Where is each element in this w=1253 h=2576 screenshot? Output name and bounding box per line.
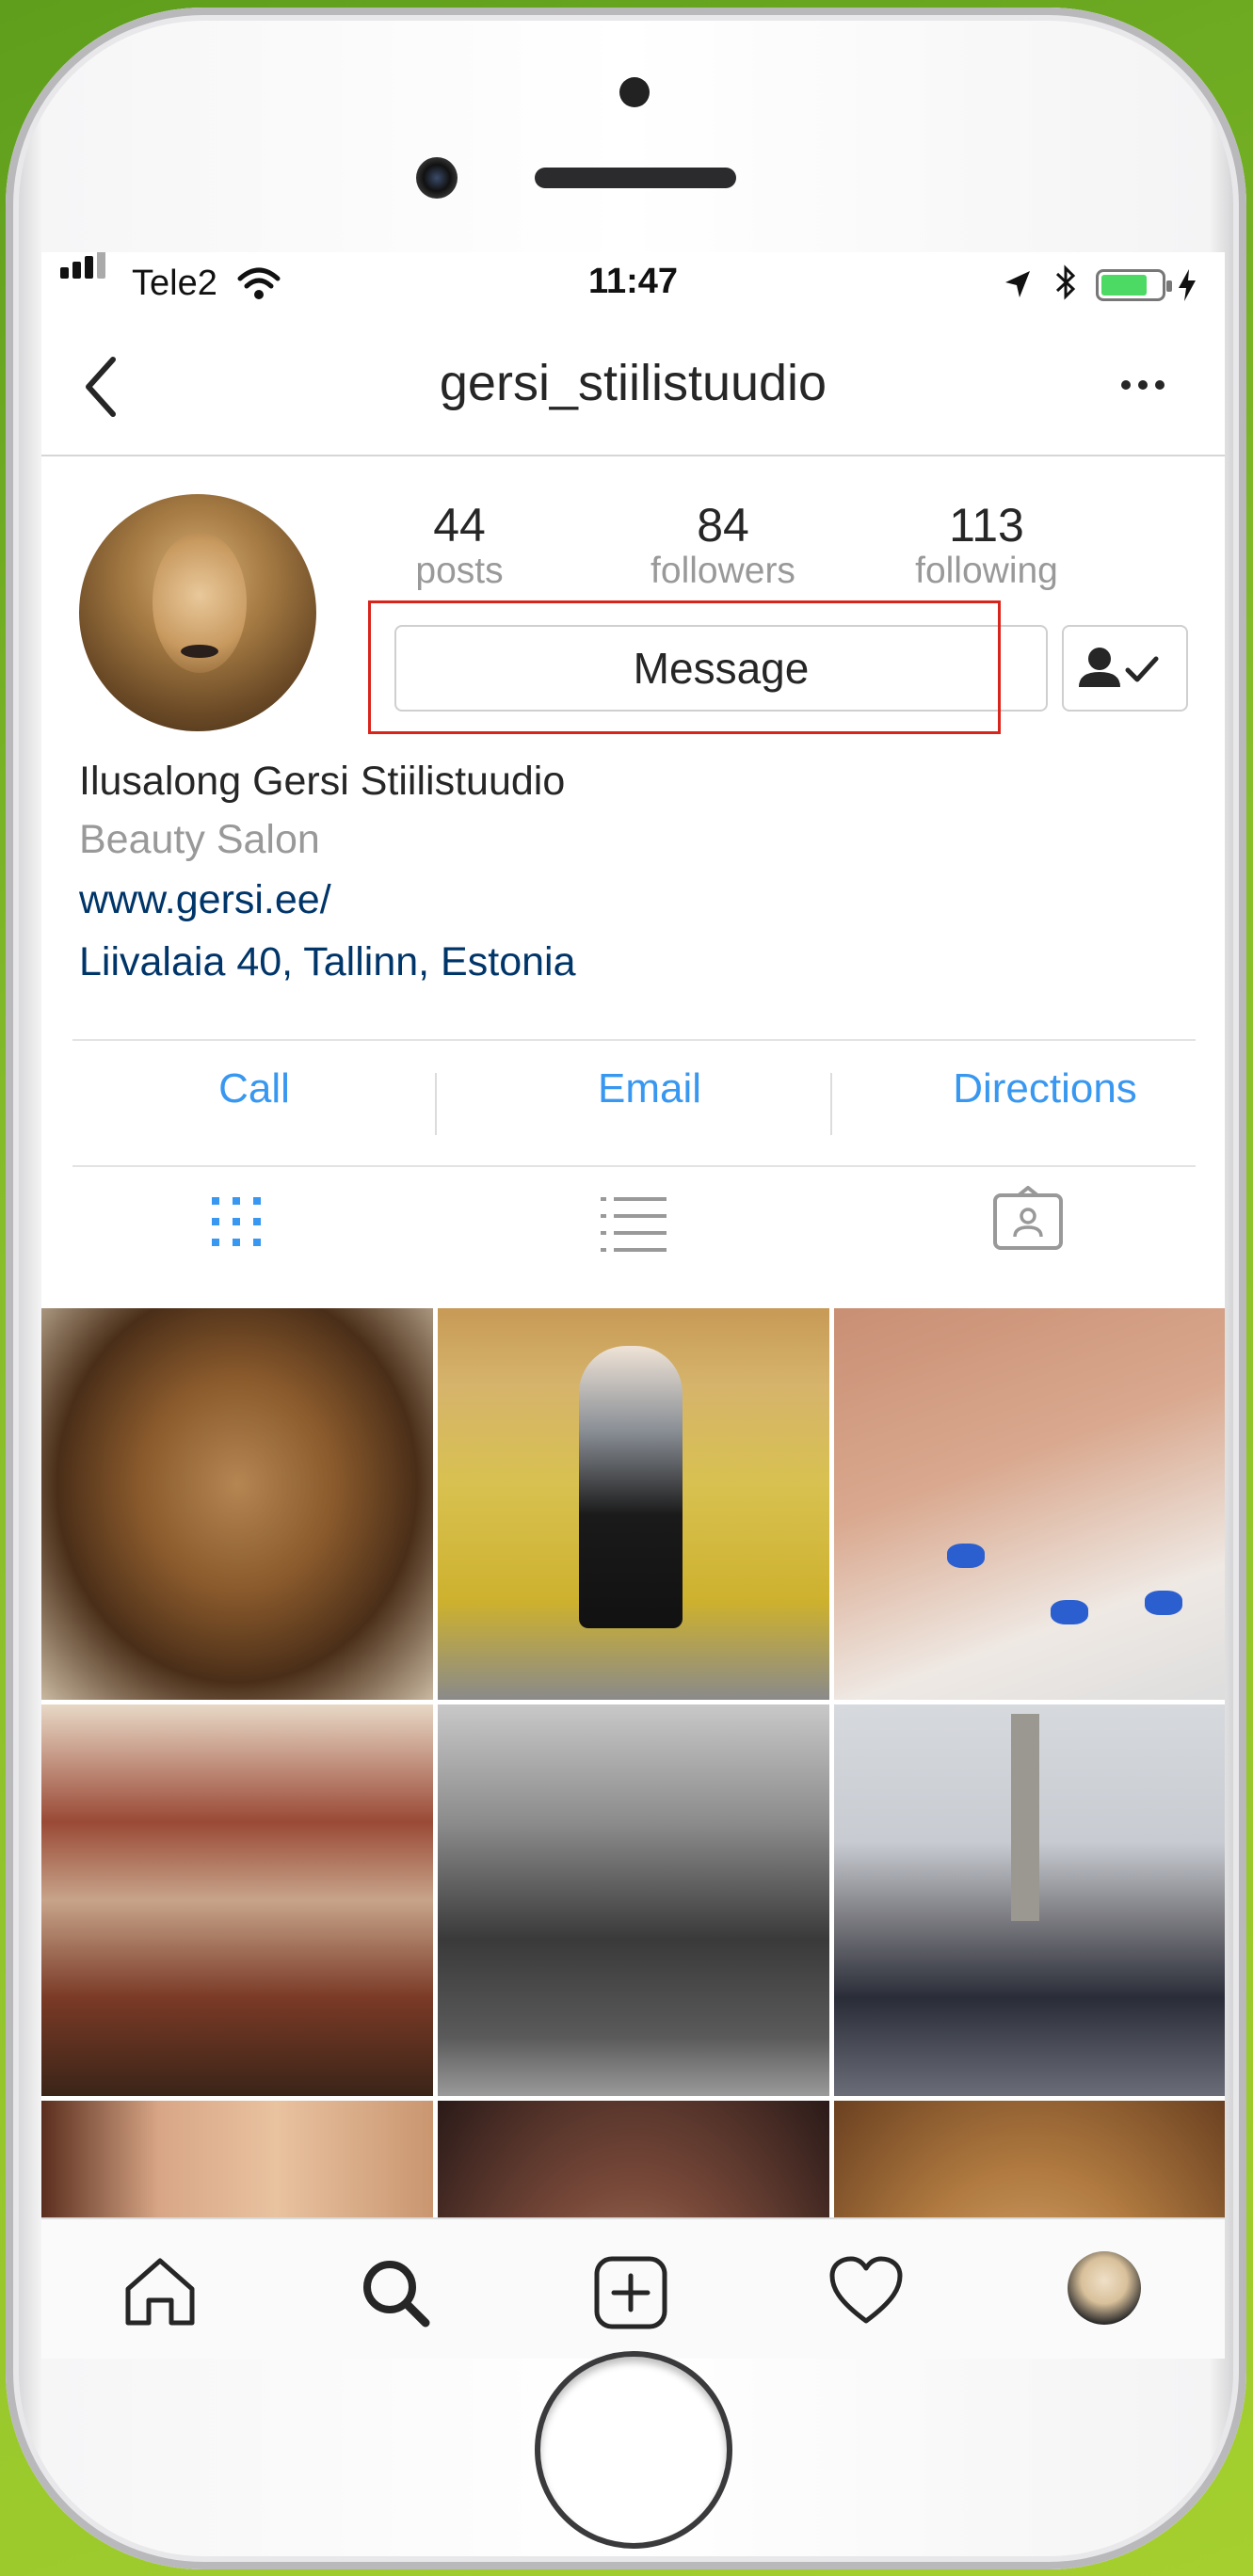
photo-salon-interior[interactable] [41, 1704, 433, 2096]
profile-avatar[interactable] [79, 494, 316, 731]
call-button[interactable]: Call [56, 1065, 452, 1112]
home-icon[interactable] [122, 2255, 198, 2327]
list-icon[interactable] [601, 1193, 667, 1252]
divider [830, 1073, 832, 1135]
directions-button[interactable]: Directions [847, 1065, 1225, 1112]
photo-blue-nails[interactable] [834, 1308, 1225, 1700]
more-options-icon[interactable] [1115, 371, 1171, 399]
grid-icon[interactable] [208, 1193, 265, 1250]
add-post-icon[interactable] [593, 2255, 668, 2330]
photo-st-peters-square-group[interactable] [834, 1704, 1225, 2096]
front-camera [416, 157, 458, 199]
bluetooth-icon [1055, 264, 1076, 300]
divider [72, 1039, 1196, 1041]
proximity-sensor [619, 77, 650, 107]
charging-icon [1179, 269, 1196, 301]
profile-category: Beauty Salon [79, 817, 320, 862]
email-button[interactable]: Email [452, 1065, 847, 1112]
battery-icon [1096, 269, 1172, 301]
heart-icon[interactable] [828, 2255, 904, 2327]
address-link[interactable]: Liivalaia 40, Tallinn, Estonia [79, 939, 576, 985]
bottom-tab-bar [41, 2217, 1225, 2359]
status-time: 11:47 [587, 262, 679, 301]
following-count: 113 [949, 499, 1024, 552]
following-stat[interactable]: 113 following [883, 499, 1090, 591]
page-title: gersi_stiilistuudio [439, 355, 827, 411]
annotation-highlight-box [368, 600, 1001, 734]
posts-count: 44 [433, 499, 486, 552]
home-button[interactable] [535, 2351, 732, 2549]
profile-name: Ilusalong Gersi Stiilistuudio [79, 759, 566, 804]
user-check-icon [1079, 648, 1159, 687]
photo-woman-yellow-sofa[interactable] [438, 1308, 829, 1700]
phone-frame: Tele2 11:47 gersi_stiilistuudio 44 posts… [6, 8, 1246, 2569]
status-bar: Tele2 11:47 [41, 252, 1225, 318]
profile-nav-bar: gersi_stiilistuudio [41, 318, 1225, 456]
divider [72, 1165, 1196, 1167]
photo-braided-hair[interactable] [41, 1308, 433, 1700]
tagged-icon[interactable] [992, 1186, 1064, 1252]
divider [435, 1073, 437, 1135]
followers-label: followers [651, 551, 795, 591]
followers-stat[interactable]: 84 followers [619, 499, 827, 591]
posts-stat[interactable]: 44 posts [356, 499, 563, 591]
followers-count: 84 [697, 499, 749, 552]
following-status-button[interactable] [1062, 625, 1188, 712]
app-screen: Tele2 11:47 gersi_stiilistuudio 44 posts… [41, 252, 1225, 2359]
profile-avatar[interactable] [1068, 2251, 1141, 2325]
following-label: following [915, 551, 1058, 591]
search-icon[interactable] [358, 2255, 433, 2330]
earpiece-speaker [535, 168, 736, 188]
posts-label: posts [415, 551, 504, 591]
location-icon [1005, 271, 1030, 297]
website-link[interactable]: www.gersi.ee/ [79, 877, 331, 923]
photo-colosseum-group[interactable] [438, 1704, 829, 2096]
